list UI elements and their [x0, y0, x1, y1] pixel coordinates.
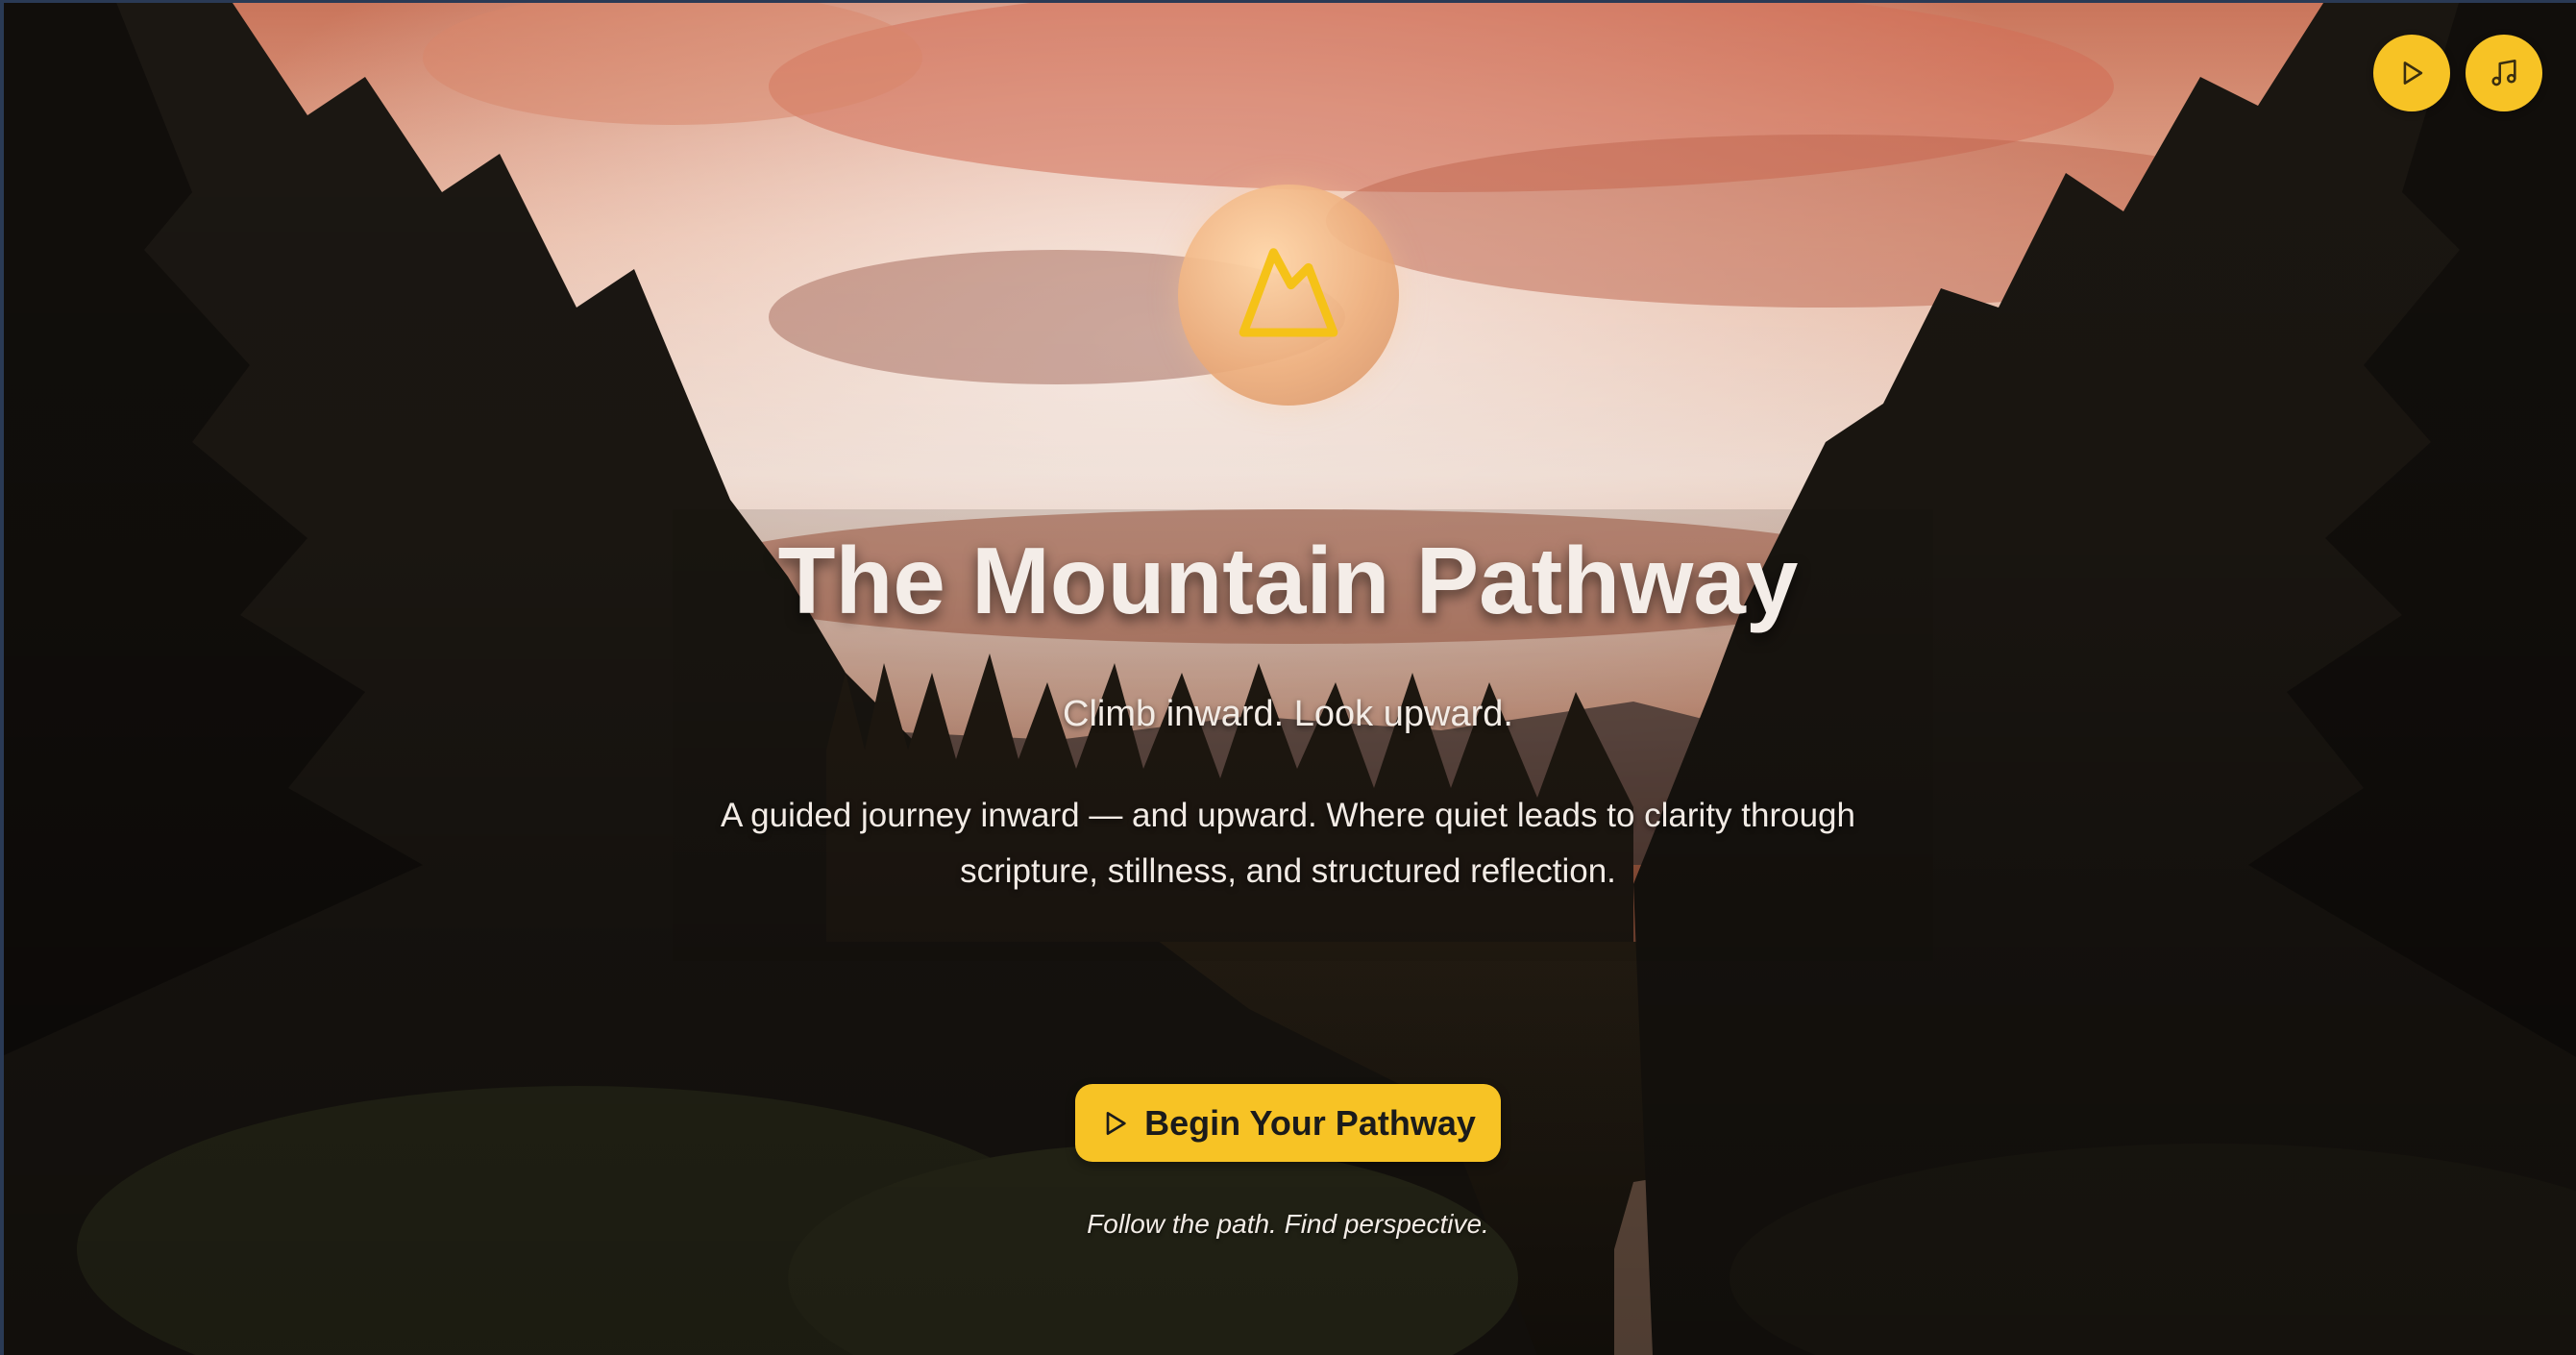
- play-icon: [1106, 1111, 1126, 1135]
- description: A guided journey inward — and upward. Wh…: [721, 797, 1855, 890]
- page-title: The Mountain Pathway: [777, 528, 1799, 633]
- play-icon: [2403, 62, 2423, 85]
- window-top-border: [0, 0, 2576, 3]
- music-note-icon: [2491, 59, 2516, 86]
- music-toggle-button[interactable]: [2466, 35, 2542, 111]
- mountain-icon: [1239, 248, 1338, 337]
- play-audio-button[interactable]: [2373, 35, 2450, 111]
- begin-pathway-button[interactable]: Begin Your Pathway: [1075, 1084, 1501, 1162]
- footnote: Follow the path. Find perspective.: [1087, 1209, 1489, 1239]
- window-left-border: [0, 0, 4, 1355]
- hero-section: The Mountain Pathway Climb inward. Look …: [0, 0, 2576, 1355]
- logo-badge: [1178, 185, 1399, 406]
- begin-pathway-label: Begin Your Pathway: [1144, 1102, 1476, 1143]
- tagline: Climb inward. Look upward.: [1063, 694, 1513, 734]
